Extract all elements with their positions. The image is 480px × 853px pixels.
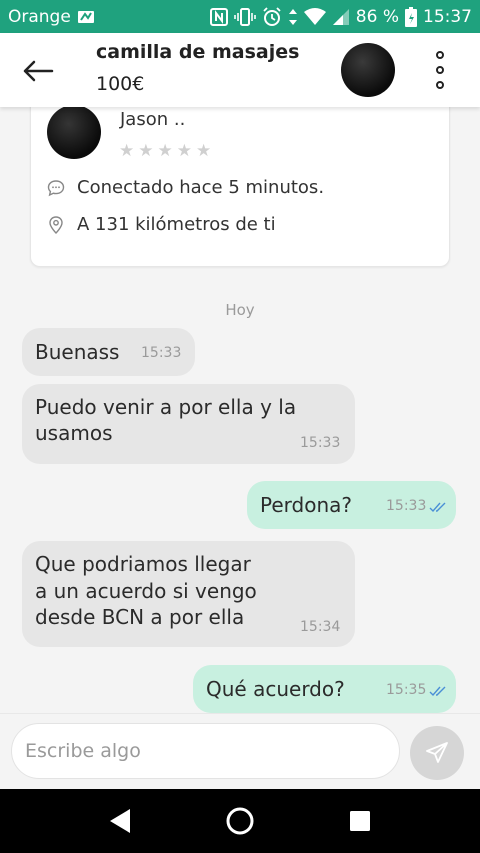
star-icon: ★ <box>176 141 192 161</box>
wifi-icon <box>303 7 326 26</box>
last-seen-text: Conectado hace 5 minutos. <box>77 177 325 198</box>
read-ticks-icon <box>429 502 446 513</box>
message-text: Buenass <box>35 340 120 364</box>
message-text-line: usamos <box>35 421 113 445</box>
star-icon: ★ <box>119 141 135 161</box>
alarm-icon <box>262 6 282 27</box>
distance-row: A 131 kilómetros de ti <box>47 214 276 235</box>
more-options-button[interactable] <box>426 47 454 93</box>
chat-bubble-icon <box>47 179 65 197</box>
star-icon: ★ <box>196 141 212 161</box>
nav-recents-icon <box>350 811 370 831</box>
nfc-icon <box>209 7 228 26</box>
nav-home-icon <box>226 807 254 835</box>
message-composer: Escribe algo <box>0 713 480 789</box>
message-text: Qué acuerdo? <box>206 677 345 701</box>
send-icon <box>426 742 448 763</box>
user-profile-card[interactable]: Jason .. ★ ★ ★ ★ ★ Conectado hace 5 minu… <box>30 96 450 267</box>
nav-home-button[interactable] <box>218 799 262 843</box>
message-incoming[interactable]: Puedo venir a por ella y la usamos 15:33 <box>22 384 355 464</box>
battery-icon <box>405 6 417 27</box>
user-avatar[interactable] <box>47 105 101 159</box>
message-input[interactable]: Escribe algo <box>11 723 400 779</box>
star-icon: ★ <box>138 141 154 161</box>
message-text-line: a un acuerdo si vengo <box>35 579 257 603</box>
star-icon: ★ <box>157 141 173 161</box>
message-time: 15:33 <box>141 345 182 361</box>
more-options-dot <box>436 50 444 59</box>
data-arrows-icon <box>288 8 298 26</box>
day-separator: Hoy <box>225 301 255 319</box>
status-time: 15:37 <box>423 6 472 27</box>
carrier-name: Orange <box>8 6 71 27</box>
user-rating-stars: ★ ★ ★ ★ ★ <box>119 141 211 161</box>
system-nav-bar <box>0 789 480 853</box>
message-text-line: desde BCN a por ella <box>35 605 245 629</box>
nav-recents-button[interactable] <box>338 799 382 843</box>
distance-text: A 131 kilómetros de ti <box>77 214 276 235</box>
message-time: 15:33 <box>300 435 341 451</box>
back-arrow-icon <box>23 60 54 82</box>
last-seen-row: Conectado hace 5 minutos. <box>47 177 324 198</box>
back-button[interactable] <box>18 51 58 91</box>
listing-price: 100€ <box>96 73 145 95</box>
message-outgoing[interactable]: Perdona? 15:33 <box>247 481 456 529</box>
message-time: 15:33 <box>386 498 427 514</box>
status-bar: Orange 86 % 15:37 <box>0 0 480 33</box>
avatar[interactable] <box>341 43 395 97</box>
listing-title[interactable]: camilla de masajes <box>96 41 299 63</box>
signal-icon <box>332 8 350 26</box>
vibrate-icon <box>233 7 256 26</box>
message-time: 15:35 <box>386 682 427 698</box>
app-notification-icon <box>77 9 95 25</box>
message-input-placeholder: Escribe algo <box>25 740 141 762</box>
message-text-line: Que podriamos llegar <box>35 552 251 576</box>
battery-percent: 86 % <box>355 6 399 27</box>
location-pin-icon <box>47 215 65 234</box>
read-ticks-icon <box>429 686 446 697</box>
message-incoming[interactable]: Buenass 15:33 <box>22 328 195 376</box>
more-options-dot <box>436 81 444 90</box>
user-name: Jason .. <box>120 109 186 130</box>
message-text: Perdona? <box>260 493 353 517</box>
chat-header: camilla de masajes 100€ <box>0 33 480 107</box>
message-text-line: Puedo venir a por ella y la <box>35 395 297 419</box>
message-incoming[interactable]: Que podriamos llegar a un acuerdo si ven… <box>22 541 355 647</box>
send-button[interactable] <box>410 726 464 780</box>
message-outgoing[interactable]: Qué acuerdo? 15:35 <box>193 665 456 713</box>
message-time: 15:34 <box>300 619 341 635</box>
nav-back-button[interactable] <box>98 799 142 843</box>
nav-back-icon <box>110 809 130 833</box>
more-options-dot <box>436 65 444 74</box>
